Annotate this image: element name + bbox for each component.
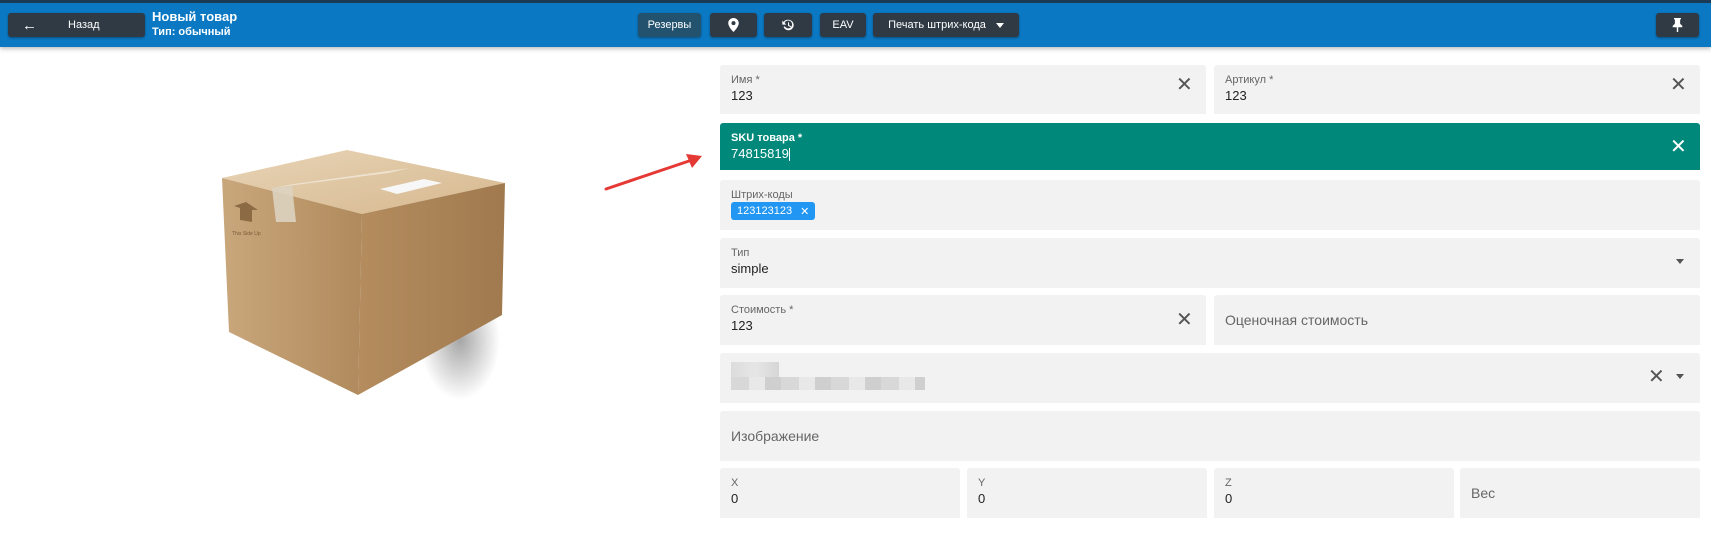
back-button[interactable]: ← Назад (8, 13, 145, 37)
reserves-button[interactable]: Резервы (638, 13, 701, 37)
clear-icon[interactable]: ✕ (1176, 75, 1193, 95)
clear-icon[interactable]: ✕ (1648, 367, 1665, 387)
image-field[interactable]: Изображение (720, 411, 1700, 461)
clear-icon[interactable]: ✕ (1670, 75, 1687, 95)
page-title: Новый товар (152, 9, 238, 24)
sku-field[interactable]: SKU товара * 74815819 ✕ (720, 123, 1700, 170)
eav-button[interactable]: EAV (820, 13, 866, 37)
barcodes-field[interactable]: Штрих-коды 123123123 ✕ (720, 180, 1700, 230)
page-subtitle: Тип: обычный (152, 26, 231, 38)
clear-icon[interactable]: ✕ (1176, 310, 1193, 330)
cost-label: Стоимость * (731, 304, 794, 316)
estimated-cost-placeholder: Оценочная стоимость (1225, 312, 1369, 328)
red-arrow-annotation (604, 154, 702, 191)
barcode-chip[interactable]: 123123123 ✕ (731, 202, 816, 220)
product-box-image: This Side Up (222, 150, 505, 400)
chevron-down-icon (995, 22, 1004, 28)
box-marking-text: This Side Up (232, 231, 261, 237)
barcode-chip-label: 123123123 (737, 205, 793, 217)
pin-icon (1672, 18, 1683, 32)
article-value: 123 (1225, 88, 1247, 103)
history-icon (782, 19, 794, 31)
sku-value-wrapper: 74815819 (731, 146, 790, 162)
z-value: 0 (1225, 491, 1233, 506)
name-value: 123 (731, 88, 753, 103)
barcodes-label: Штрих-коды (731, 189, 793, 201)
print-barcode-button[interactable]: Печать штрих-кода (873, 13, 1019, 37)
app-header: ← Назад Новый товар Тип: обычный Резервы… (0, 0, 1711, 47)
y-field[interactable]: Y 0 (967, 468, 1207, 518)
history-button[interactable] (764, 13, 812, 37)
name-label: Имя * (731, 74, 760, 86)
chip-remove-icon[interactable]: ✕ (800, 205, 809, 218)
type-field[interactable]: Тип simple (720, 238, 1700, 288)
reserves-button-label: Резервы (647, 19, 692, 31)
x-label: X (731, 477, 739, 489)
image-placeholder: Изображение (731, 428, 820, 444)
x-value: 0 (731, 491, 739, 506)
back-button-label: Назад (68, 19, 100, 31)
page-title-block: Новый товар Тип: обычный (152, 9, 237, 38)
z-field[interactable]: Z 0 (1214, 468, 1454, 518)
name-field[interactable]: Имя * 123 ✕ (720, 65, 1206, 114)
y-value: 0 (978, 491, 986, 506)
pin-button[interactable] (1656, 13, 1699, 37)
chevron-down-icon[interactable] (1676, 259, 1684, 264)
article-label: Артикул * (1225, 74, 1274, 86)
y-label: Y (978, 477, 986, 489)
chevron-down-icon[interactable] (1676, 374, 1684, 379)
z-label: Z (1225, 477, 1232, 489)
type-value: simple (731, 261, 769, 276)
cost-field[interactable]: Стоимость * 123 ✕ (720, 295, 1206, 345)
x-field[interactable]: X 0 (720, 468, 960, 518)
arrow-left-icon: ← (22, 17, 37, 34)
weight-field[interactable]: Вес (1460, 468, 1700, 518)
redacted-value (731, 377, 925, 390)
clear-icon[interactable]: ✕ (1670, 137, 1687, 157)
location-button[interactable] (710, 13, 757, 37)
redacted-label (731, 362, 779, 378)
type-label: Тип (731, 247, 750, 259)
text-cursor (788, 148, 790, 162)
sku-value: 74815819 (731, 146, 789, 161)
estimated-cost-field[interactable]: Оценочная стоимость (1214, 295, 1700, 345)
eav-button-label: EAV (832, 19, 854, 31)
cost-value: 123 (731, 318, 753, 333)
map-marker-icon (728, 18, 739, 32)
print-barcode-label: Печать штрих-кода (888, 19, 986, 31)
article-field[interactable]: Артикул * 123 ✕ (1214, 65, 1700, 114)
weight-placeholder: Вес (1471, 485, 1496, 501)
sku-label: SKU товара * (731, 132, 803, 144)
redacted-select-field[interactable]: ✕ (720, 353, 1700, 403)
